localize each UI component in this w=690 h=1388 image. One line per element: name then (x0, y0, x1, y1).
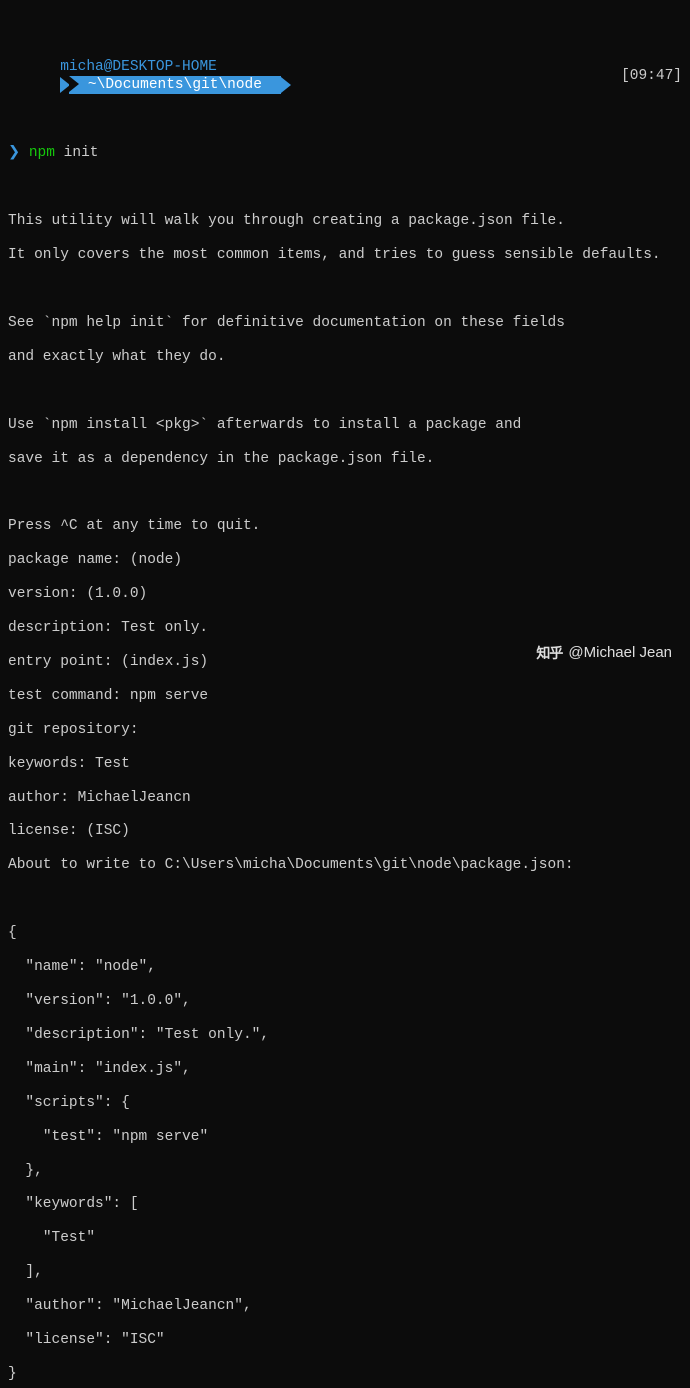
output-line: version: (1.0.0) (8, 586, 682, 603)
clock-segment: [09:47] (621, 68, 682, 85)
prompt-header: micha@DESKTOP-HOME ~\Documents\git\node … (8, 42, 682, 112)
output-line (8, 484, 682, 501)
output-line: It only covers the most common items, an… (8, 247, 682, 264)
command-argument: init (64, 145, 99, 161)
json-line: { (8, 925, 682, 942)
output-line: Use `npm install <pkg>` afterwards to in… (8, 417, 682, 434)
output-line: test command: npm serve (8, 688, 682, 705)
json-line: "license": "ISC" (8, 1332, 682, 1349)
output-line: git repository: (8, 722, 682, 739)
json-line: "version": "1.0.0", (8, 993, 682, 1010)
path-segment-wrap: ~\Documents\git\node (60, 76, 289, 94)
json-line: "main": "index.js", (8, 1061, 682, 1078)
command-binary: npm (29, 145, 55, 161)
output-line: description: Test only. (8, 620, 682, 637)
json-line: "scripts": { (8, 1095, 682, 1112)
output-line: About to write to C:\Users\micha\Documen… (8, 857, 682, 874)
output-line (8, 281, 682, 298)
output-line (8, 383, 682, 400)
json-line: } (8, 1366, 682, 1383)
json-line: ], (8, 1264, 682, 1281)
path-segment: ~\Documents\git\node (69, 76, 280, 94)
json-line: "author": "MichaelJeancn", (8, 1298, 682, 1315)
output-line: license: (ISC) (8, 823, 682, 840)
output-line: save it as a dependency in the package.j… (8, 451, 682, 468)
terminal-window[interactable]: micha@DESKTOP-HOME ~\Documents\git\node … (0, 0, 690, 1388)
output-line: author: MichaelJeancn (8, 790, 682, 807)
user-host-segment: micha@DESKTOP-HOME (60, 59, 217, 75)
json-line: "Test" (8, 1230, 682, 1247)
output-line: Press ^C at any time to quit. (8, 518, 682, 535)
json-line: "name": "node", (8, 959, 682, 976)
command-line[interactable]: ❯ npm init (8, 145, 682, 162)
output-line: See `npm help init` for definitive docum… (8, 315, 682, 332)
prompt-caret-icon: ❯ (8, 145, 20, 161)
watermark-handle: @Michael Jean (568, 644, 672, 662)
arrow-icon (281, 77, 291, 93)
path-text: ~\Documents\git\node (88, 77, 262, 93)
arrow-icon (69, 76, 79, 92)
json-line: "description": "Test only.", (8, 1027, 682, 1044)
watermark: 知乎 @Michael Jean (536, 644, 672, 662)
output-line: keywords: Test (8, 756, 682, 773)
output-line: and exactly what they do. (8, 349, 682, 366)
output-line: This utility will walk you through creat… (8, 213, 682, 230)
prompt-left: micha@DESKTOP-HOME ~\Documents\git\node (8, 42, 290, 112)
zhihu-logo-icon: 知乎 (536, 645, 562, 661)
json-line: }, (8, 1163, 682, 1180)
output-block: This utility will walk you through creat… (8, 196, 682, 1388)
output-line: package name: (node) (8, 552, 682, 569)
output-line (8, 891, 682, 908)
json-line: "keywords": [ (8, 1196, 682, 1213)
json-line: "test": "npm serve" (8, 1129, 682, 1146)
